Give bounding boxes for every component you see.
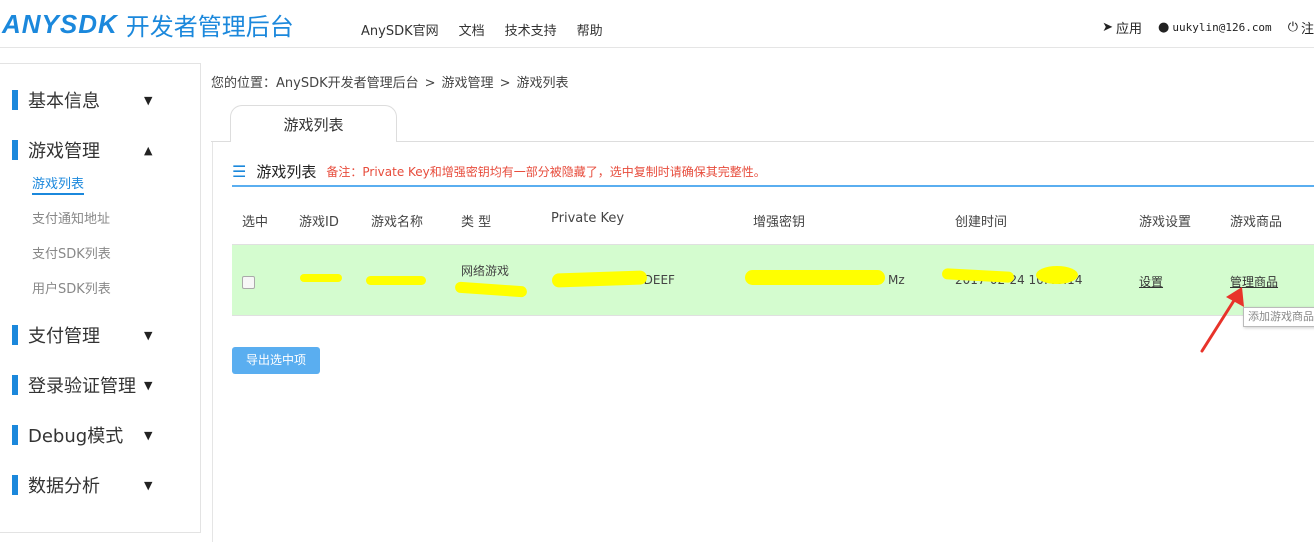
breadcrumb: 您的位置：AnySDK开发者管理后台 > 游戏管理 > 游戏列表 [211,72,568,91]
redaction-mark [1036,266,1078,284]
menu-data-analysis[interactable]: 数据分析 ▼ [12,472,192,498]
chevron-down-icon: ▼ [144,478,153,492]
breadcrumb-home[interactable]: AnySDK开发者管理后台 [276,76,419,91]
panel-note: 备注：Private Key和增强密钥均有一部分被隐藏了，选中复制时请确保其完整… [326,164,766,179]
logout-label: 注 [1300,22,1314,37]
submenu-payment-notify-url[interactable]: 支付通知地址 [32,208,110,227]
redaction-mark [300,274,342,282]
tooltip: 添加游戏商品 [1243,307,1314,327]
brand-logo: ANYSDK [2,8,118,39]
breadcrumb-current: 游戏列表 [516,76,569,91]
menu-marker [12,140,18,160]
top-nav: AnySDK官网 文档 技术支持 帮助 [361,20,623,39]
column-header-game-products: 游戏商品 [1230,215,1283,230]
breadcrumb-separator: > [499,76,511,91]
column-header-private-key: Private Key [551,211,625,226]
menu-marker [12,90,18,110]
cell-game-type: 网络游戏 [461,264,510,278]
panel-header: ☰ 游戏列表 备注：Private Key和增强密钥均有一部分被隐藏了，选中复制… [232,157,1314,187]
user-email: uukylin@126.com [1172,21,1272,34]
chevron-up-icon: ▲ [144,143,153,157]
chevron-down-icon: ▼ [144,378,153,392]
menu-label: 游戏管理 [28,141,100,162]
nav-official-site[interactable]: AnySDK官网 [361,20,439,39]
menu-login-verification[interactable]: 登录验证管理 ▼ [12,372,192,398]
power-icon: ⏻ [1287,20,1298,35]
user-toolbar: ➤ 应用 ● uukylin@126.com ⏻ 注 [1086,18,1314,37]
menu-label: Debug模式 [28,426,124,447]
chevron-down-icon: ▼ [144,428,153,442]
menu-marker [12,425,18,445]
menu-label: 登录验证管理 [28,376,136,397]
menu-label: 支付管理 [28,326,100,347]
paper-plane-icon: ➤ [1102,20,1113,35]
column-header-type: 类 型 [461,215,492,230]
menu-marker [12,325,18,345]
logout-link[interactable]: ⏻ 注 [1288,18,1314,37]
list-icon: ☰ [232,161,247,181]
logo[interactable]: ANYSDK 开发者管理后台 [2,8,294,41]
column-header-created-time: 创建时间 [955,215,1008,230]
menu-game-management[interactable]: 游戏管理 ▲ [12,137,192,163]
submenu-user-sdk-list[interactable]: 用户SDK列表 [32,278,111,297]
column-header-game-name: 游戏名称 [371,215,424,230]
tab-game-list[interactable]: 游戏列表 [230,105,397,141]
menu-debug-mode[interactable]: Debug模式 ▼ [12,422,192,448]
content-panel [212,142,1314,542]
column-header-enhanced-key: 增强密钥 [753,215,806,230]
apps-label: 应用 [1115,22,1142,37]
nav-tech-support[interactable]: 技术支持 [505,20,557,39]
menu-marker [12,375,18,395]
panel-title: 游戏列表 [256,162,317,181]
breadcrumb-separator: > [424,76,436,91]
breadcrumb-prefix: 您的位置： [211,76,277,91]
settings-link[interactable]: 设置 [1139,273,1163,290]
column-header-game-id: 游戏ID [299,215,339,230]
submenu-game-list[interactable]: 游戏列表 [32,173,85,195]
row-select-checkbox[interactable] [242,276,255,289]
nav-docs[interactable]: 文档 [459,20,485,39]
sidebar [0,63,201,533]
menu-basic-info[interactable]: 基本信息 ▼ [12,87,192,113]
chevron-down-icon: ▼ [144,93,153,107]
nav-help[interactable]: 帮助 [577,20,603,39]
menu-marker [12,475,18,495]
apps-link[interactable]: ➤ 应用 [1102,18,1142,37]
site-subtitle: 开发者管理后台 [125,12,294,41]
cell-enhanced-key[interactable]: Mz [888,273,905,287]
menu-label: 数据分析 [28,476,100,497]
breadcrumb-game-management[interactable]: 游戏管理 [442,76,494,91]
export-selected-button[interactable]: 导出选中项 [232,347,320,374]
top-header: ANYSDK 开发者管理后台 AnySDK官网 文档 技术支持 帮助 ➤ 应用 … [0,0,1314,48]
chevron-down-icon: ▼ [144,328,153,342]
column-header-select: 选中 [242,215,269,230]
menu-payment-management[interactable]: 支付管理 ▼ [12,322,192,348]
user-menu[interactable]: ● uukylin@126.com [1158,20,1272,35]
menu-label: 基本信息 [28,91,100,112]
redaction-mark [745,270,885,285]
redaction-mark [366,276,426,285]
column-header-game-settings: 游戏设置 [1139,215,1192,230]
submenu-payment-sdk-list[interactable]: 支付SDK列表 [32,243,111,262]
user-icon: ● [1158,20,1170,35]
